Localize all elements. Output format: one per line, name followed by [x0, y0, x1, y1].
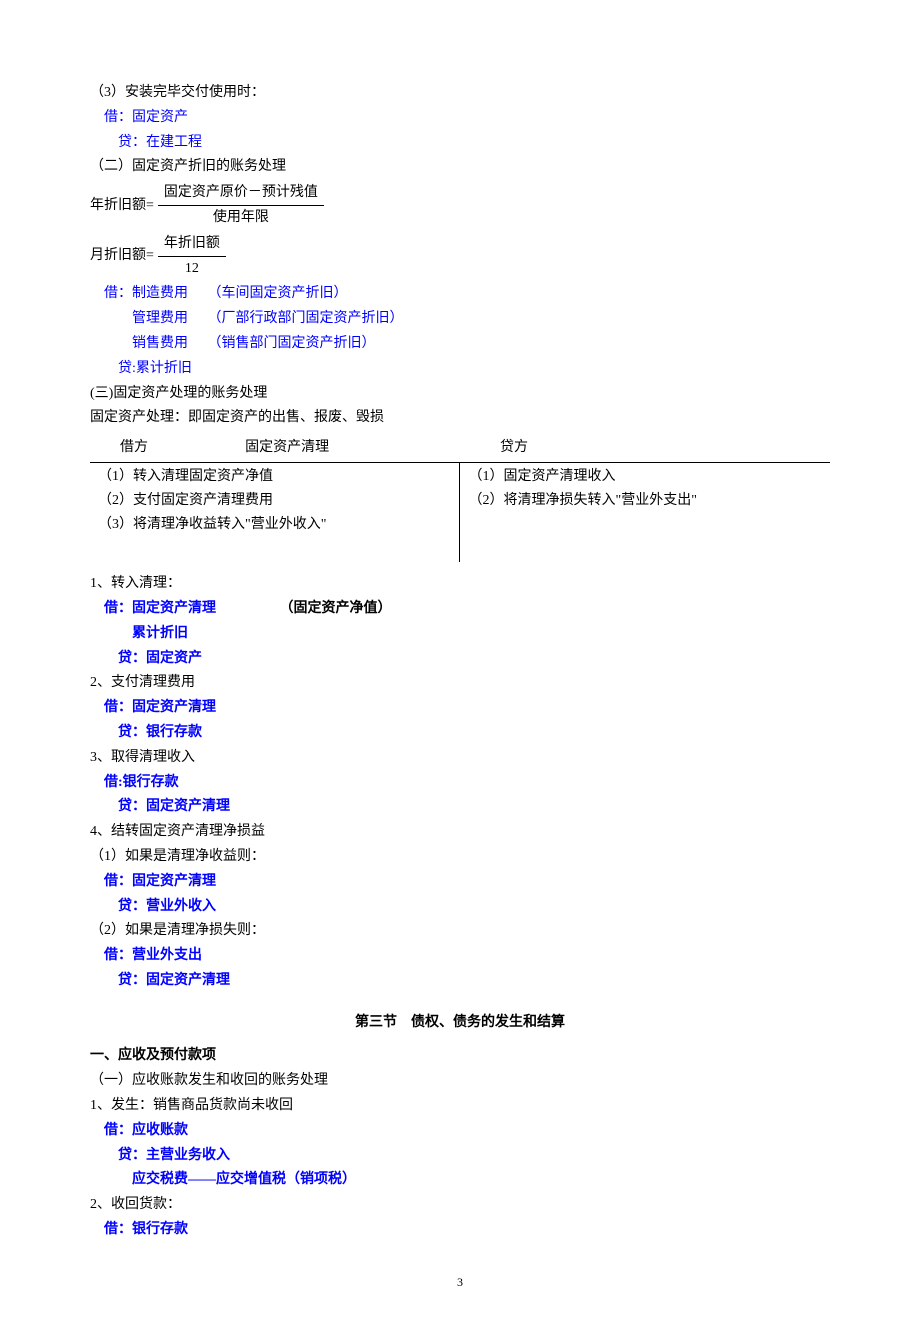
- entry-admin-expense: 管理费用 （厂部行政部门固定资产折旧）: [132, 307, 830, 331]
- entry-debit-ar: 借：应收账款: [104, 1119, 830, 1143]
- entry-debit-nonop-expense: 借：营业外支出: [104, 944, 830, 968]
- entry-debit-clearing-gain: 借：固定资产清理: [104, 870, 830, 894]
- entry-debit-clearing-fee: 借：固定资产清理: [104, 696, 830, 720]
- table-right-1: （1）固定资产清理收入: [468, 465, 822, 489]
- fraction-annual-numerator: 固定资产原价－预计残值: [158, 181, 324, 206]
- entry-debit-bank: 借:银行存款: [104, 771, 830, 795]
- para-step-2-pay-fee: 2、支付清理费用: [90, 671, 830, 695]
- para-disposal-definition: 固定资产处理：即固定资产的出售、报废、毁损: [90, 406, 830, 430]
- entry-note-manufacturing: （车间固定资产折旧）: [208, 286, 348, 301]
- fraction-monthly-denominator: 12: [179, 257, 205, 281]
- entry-debit-fixed-assets: 借：固定资产: [104, 106, 830, 130]
- entry-label-clearing-debit: 借：固定资产清理: [104, 597, 216, 621]
- para-step-4-carryover: 4、结转固定资产清理净损益: [90, 820, 830, 844]
- para-if-net-gain: （1）如果是清理净收益则：: [90, 845, 830, 869]
- table-left-2: （2）支付固定资产清理费用: [98, 489, 451, 513]
- entry-sales-expense: 销售费用 （销售部门固定资产折旧）: [132, 332, 830, 356]
- page-number: 3: [90, 1272, 830, 1292]
- entry-credit-clearing-income: 贷：固定资产清理: [118, 795, 830, 819]
- entry-accum-depr: 累计折旧: [132, 622, 830, 646]
- table-right-2: （2）将清理净损失转入"营业外支出": [468, 489, 822, 513]
- entry-credit-fixed-asset: 贷：固定资产: [118, 647, 830, 671]
- table-header-debit: 借方: [90, 434, 237, 462]
- entry-credit-bank-1: 贷：银行存款: [118, 721, 830, 745]
- entry-credit-tax-payable: 应交税费——应交增值税（销项税）: [132, 1168, 830, 1192]
- formula-monthly-lead: 月折旧额=: [90, 244, 154, 268]
- table-left-col: （1）转入清理固定资产净值 （2）支付固定资产清理费用 （3）将清理净收益转入"…: [90, 462, 460, 562]
- formula-annual-depreciation: 年折旧额= 固定资产原价－预计残值 使用年限: [90, 181, 830, 230]
- fraction-monthly-numerator: 年折旧额: [158, 232, 226, 257]
- entry-transfer-clearing: 借：固定资产清理 （固定资产净值）: [104, 597, 830, 621]
- entry-debit-manufacturing: 借：制造费用 （车间固定资产折旧）: [104, 282, 830, 306]
- entry-credit-main-revenue: 贷：主营业务收入: [118, 1144, 830, 1168]
- fraction-monthly: 年折旧额 12: [158, 232, 226, 281]
- formula-annual-lead: 年折旧额=: [90, 194, 154, 218]
- entry-note-net-value: （固定资产净值）: [280, 597, 392, 621]
- para-section-3-disposal: (三)固定资产处理的账务处理: [90, 382, 830, 406]
- para-step-3-income: 3、取得清理收入: [90, 746, 830, 770]
- entry-label-admin: 管理费用: [132, 307, 204, 331]
- table-asset-clearing: 借方 固定资产清理 贷方 （1）转入清理固定资产净值 （2）支付固定资产清理费用…: [90, 434, 830, 562]
- para-ar-collect: 2、收回货款：: [90, 1193, 830, 1217]
- table-left-3: （3）将清理净收益转入"营业外收入": [98, 513, 451, 537]
- entry-debit-bank-collect: 借：银行存款: [104, 1218, 830, 1242]
- para-section-2-depreciation: （二）固定资产折旧的账务处理: [90, 155, 830, 179]
- entry-note-sales: （销售部门固定资产折旧）: [208, 336, 376, 351]
- para-3-install-complete: （3）安装完毕交付使用时：: [90, 81, 830, 105]
- entry-label-manufacturing: 借：制造费用: [104, 282, 204, 306]
- entry-credit-clearing-loss: 贷：固定资产清理: [118, 969, 830, 993]
- fraction-annual: 固定资产原价－预计残值 使用年限: [158, 181, 324, 230]
- entry-credit-construction: 贷：在建工程: [118, 131, 830, 155]
- para-if-net-loss: （2）如果是清理净损失则：: [90, 919, 830, 943]
- table-header-credit: 贷方: [460, 434, 830, 462]
- table-header-account: 固定资产清理: [237, 434, 460, 462]
- para-step-1-transfer: 1、转入清理：: [90, 572, 830, 596]
- entry-note-admin: （厂部行政部门固定资产折旧）: [208, 311, 404, 326]
- table-right-col: （1）固定资产清理收入 （2）将清理净损失转入"营业外支出": [460, 462, 830, 562]
- para-ar-occur: 1、发生：销售商品货款尚未收回: [90, 1094, 830, 1118]
- para-ar-processing: （一）应收账款发生和收回的账务处理: [90, 1069, 830, 1093]
- heading-receivables: 一、应收及预付款项: [90, 1044, 830, 1068]
- entry-credit-accum-depr: 贷:累计折旧: [118, 357, 830, 381]
- table-left-1: （1）转入清理固定资产净值: [98, 465, 451, 489]
- entry-label-sales: 销售费用: [132, 332, 204, 356]
- fraction-annual-denominator: 使用年限: [207, 206, 275, 230]
- formula-monthly-depreciation: 月折旧额= 年折旧额 12: [90, 232, 830, 281]
- section-3-title: 第三节 债权、债务的发生和结算: [90, 1011, 830, 1035]
- entry-credit-nonop-income: 贷：营业外收入: [118, 895, 830, 919]
